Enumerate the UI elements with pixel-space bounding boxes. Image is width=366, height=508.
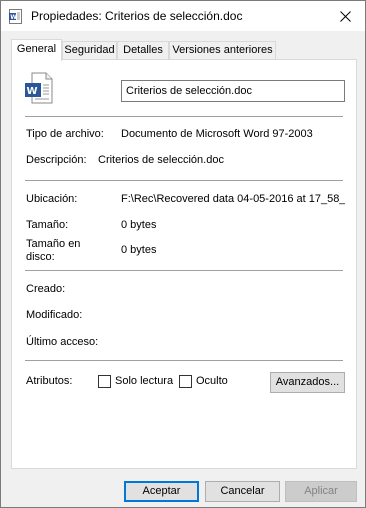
separator bbox=[25, 116, 343, 117]
size-on-disk-label-line2: disco: bbox=[26, 251, 55, 263]
tab-previous-versions[interactable]: Versiones anteriores bbox=[169, 41, 276, 60]
advanced-button[interactable]: Avanzados... bbox=[270, 372, 345, 393]
file-type-label: Tipo de archivo: bbox=[26, 128, 104, 140]
tab-security[interactable]: Seguridad bbox=[62, 41, 117, 60]
readonly-label: Solo lectura bbox=[115, 375, 174, 387]
svg-text:W: W bbox=[27, 86, 38, 97]
separator bbox=[25, 360, 343, 361]
hidden-checkbox[interactable] bbox=[179, 375, 192, 388]
size-on-disk-label-line1: Tamaño en bbox=[26, 238, 81, 250]
file-type-value: Documento de Microsoft Word 97-2003 bbox=[121, 128, 313, 140]
readonly-checkbox[interactable] bbox=[98, 375, 111, 388]
properties-dialog: W Propiedades: Criterios de selección.do… bbox=[0, 0, 366, 508]
created-label: Creado: bbox=[26, 283, 66, 295]
accept-button[interactable]: Aceptar bbox=[124, 481, 199, 502]
location-value[interactable]: F:\Rec\Recovered data 04-05-2016 at 17_5… bbox=[121, 193, 345, 205]
word-document-icon: W bbox=[9, 9, 22, 24]
size-label: Tamaño: bbox=[26, 219, 69, 231]
description-value: Criterios de selección.doc bbox=[98, 154, 224, 166]
tab-details[interactable]: Detalles bbox=[117, 41, 169, 60]
window-title: Propiedades: Criterios de selección.doc bbox=[31, 9, 243, 23]
attributes-label: Atributos: bbox=[26, 375, 73, 387]
hidden-label: Oculto bbox=[196, 375, 228, 387]
title-bar: W Propiedades: Criterios de selección.do… bbox=[1, 1, 365, 31]
size-on-disk-value: 0 bytes bbox=[121, 244, 157, 256]
modified-label: Modificado: bbox=[26, 309, 83, 321]
close-icon bbox=[339, 10, 351, 22]
filename-field[interactable]: Criterios de selección.doc bbox=[121, 80, 345, 102]
separator bbox=[25, 270, 343, 271]
apply-button[interactable]: Aplicar bbox=[285, 481, 357, 502]
cancel-button[interactable]: Cancelar bbox=[205, 481, 280, 502]
accessed-label: Último acceso: bbox=[26, 336, 99, 348]
word-document-icon: W bbox=[25, 72, 53, 104]
general-panel: W Criterios de selección.doc Tipo de arc… bbox=[11, 59, 357, 469]
size-value: 0 bytes bbox=[121, 219, 157, 231]
tab-general[interactable]: General bbox=[11, 39, 62, 61]
separator bbox=[25, 180, 343, 181]
close-button[interactable] bbox=[325, 1, 365, 31]
location-label: Ubicación: bbox=[26, 193, 78, 205]
description-label: Descripción: bbox=[26, 154, 87, 166]
svg-text:W: W bbox=[10, 14, 17, 21]
